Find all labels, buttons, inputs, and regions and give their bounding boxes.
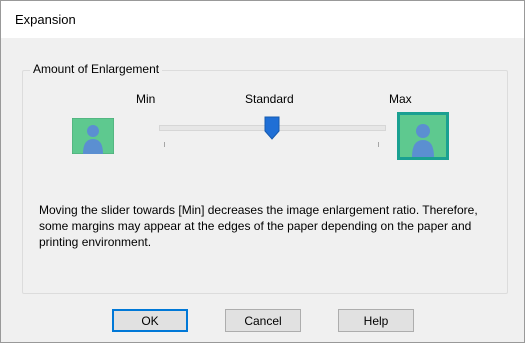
group-legend: Amount of Enlargement [30,62,163,76]
slider-standard-label: Standard [245,92,294,106]
slider-thumb-icon[interactable] [264,116,280,140]
person-small-icon [72,118,114,154]
slider-max-label: Max [389,92,412,106]
ok-button[interactable]: OK [112,309,188,332]
dialog-title: Expansion [15,12,76,27]
slider-min-label: Min [136,92,156,106]
slider-tick-min [164,142,165,147]
cancel-button[interactable]: Cancel [225,309,301,332]
expansion-dialog: Expansion Amount of Enlargement Min Stan… [0,0,525,343]
slider-tick-max [378,142,379,147]
help-button[interactable]: Help [338,309,414,332]
person-large-icon [397,112,449,160]
description-text: Moving the slider towards [Min] decrease… [39,203,478,249]
title-bar: Expansion [1,1,524,38]
